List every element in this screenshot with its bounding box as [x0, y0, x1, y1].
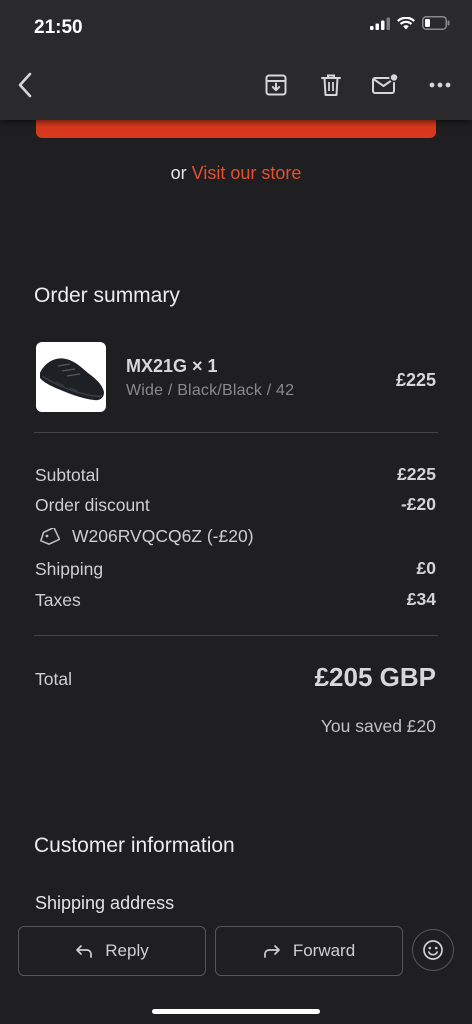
store-prefix: or — [170, 163, 192, 183]
shipping-address-title: Shipping address — [35, 893, 175, 913]
wifi-icon — [397, 16, 415, 29]
product-image — [36, 342, 106, 412]
savings-text: You saved £20 — [320, 716, 436, 736]
subtotal-value: £225 — [397, 464, 436, 484]
status-time: 21:50 — [34, 17, 83, 38]
reply-label: Reply — [105, 941, 149, 960]
product-variant: Wide / Black/Black / 42 — [126, 382, 295, 399]
reply-button[interactable]: Reply — [18, 926, 206, 976]
chevron-left-icon — [18, 72, 32, 98]
shoe-icon — [40, 358, 104, 401]
divider — [34, 635, 438, 636]
mark-unread-button[interactable] — [370, 70, 400, 100]
customer-info-title: Customer information — [34, 834, 235, 857]
bottom-action-bar: Reply Forward — [0, 918, 472, 1024]
divider — [34, 432, 438, 433]
visit-store-link[interactable]: Visit our store — [192, 163, 302, 183]
forward-icon — [263, 945, 280, 958]
store-line: or Visit our store — [0, 163, 472, 184]
discount-label: Order discount — [35, 495, 150, 515]
delete-button[interactable] — [316, 70, 346, 100]
archive-icon — [265, 74, 287, 96]
trash-icon — [321, 74, 341, 96]
total-label: Total — [35, 669, 72, 689]
discount-value: -£20 — [400, 494, 436, 514]
order-summary-title: Order summary — [34, 284, 180, 307]
signal-icon — [370, 17, 390, 30]
tag-icon — [40, 527, 60, 545]
product-price: £225 — [395, 370, 436, 390]
battery-icon — [422, 16, 450, 30]
subtotal-label: Subtotal — [35, 465, 100, 485]
mail-unread-icon — [372, 73, 399, 94]
archive-button[interactable] — [261, 70, 291, 100]
more-horizontal-icon — [429, 82, 451, 88]
back-button[interactable] — [10, 70, 40, 100]
discount-code: W206RVQCQ6Z (-£20) — [38, 526, 254, 547]
more-button[interactable] — [425, 70, 455, 100]
home-indicator — [152, 1009, 320, 1014]
top-bar: 21:50 — [0, 0, 472, 120]
taxes-value: £34 — [406, 589, 436, 609]
forward-label: Forward — [292, 941, 356, 960]
discount-code-text: W206RVQCQ6Z (-£20) — [72, 526, 254, 546]
shipping-label: Shipping — [35, 559, 104, 579]
reply-icon — [76, 945, 93, 958]
smiley-icon — [423, 940, 443, 960]
taxes-label: Taxes — [35, 590, 81, 610]
status-indicators — [370, 16, 450, 30]
total-value: £205 GBP — [314, 662, 436, 692]
product-name: MX21G × 1 — [126, 356, 218, 376]
forward-button[interactable]: Forward — [215, 926, 403, 976]
emoji-reaction-button[interactable] — [412, 929, 454, 971]
shipping-value: £0 — [416, 558, 436, 578]
